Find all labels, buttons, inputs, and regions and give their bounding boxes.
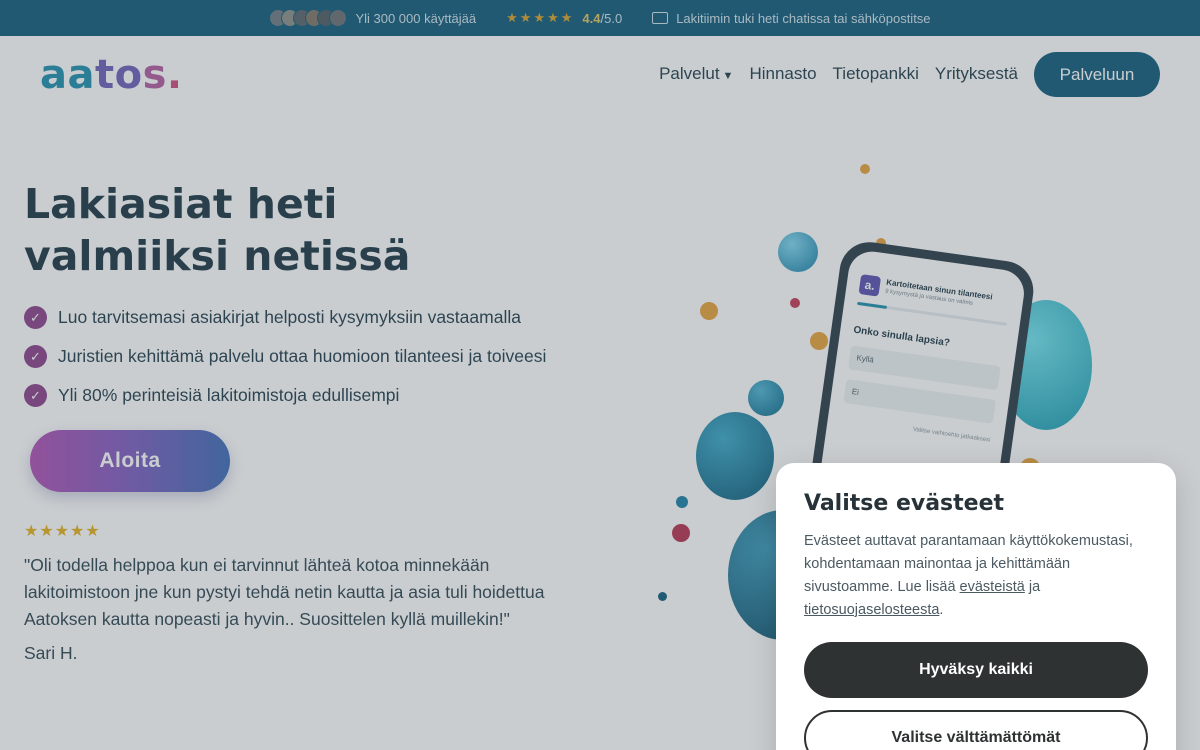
necessary-only-button[interactable]: Valitse välttämättömät	[804, 710, 1148, 750]
cookies-link[interactable]: evästeistä	[960, 579, 1025, 595]
cookie-title: Valitse evästeet	[804, 491, 1005, 516]
accept-all-button[interactable]: Hyväksy kaikki	[804, 642, 1148, 698]
privacy-link[interactable]: tietosuojaselosteesta	[804, 602, 939, 618]
cookie-text: Evästeet auttavat parantamaan käyttökoke…	[804, 533, 1133, 618]
cookie-dialog: Valitse evästeet Evästeet auttavat paran…	[776, 463, 1176, 750]
